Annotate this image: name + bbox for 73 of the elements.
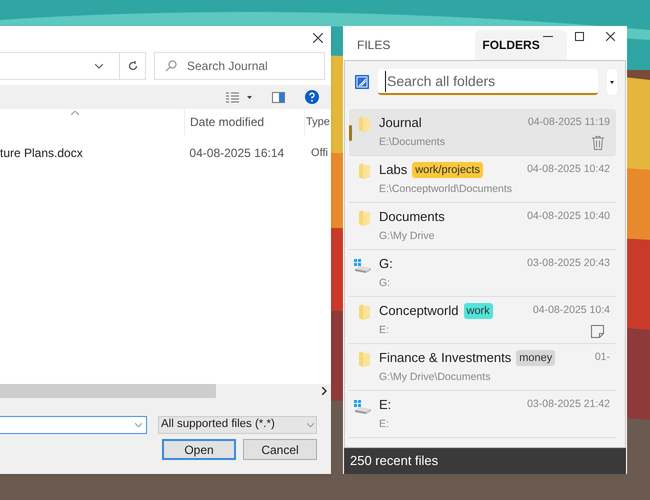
- chevron-icon: [307, 423, 314, 427]
- folder-path: E:\Conceptworld\Documents: [379, 182, 512, 198]
- folder-path: G:\My Drive: [379, 229, 434, 244]
- tag: work: [464, 303, 493, 319]
- search-input: Search Journal: [187, 57, 307, 75]
- tab[interactable]: FOLDERS: [475, 30, 568, 60]
- edit-icon[interactable]: [355, 75, 369, 89]
- folder-name: E:: [379, 396, 392, 414]
- filename-field[interactable]: [0, 416, 147, 434]
- dialog-button[interactable]: Open: [162, 439, 236, 460]
- maximize-icon[interactable]: [575, 32, 584, 41]
- scroll-right-icon[interactable]: [322, 387, 327, 395]
- sort-caret-icon: [71, 111, 79, 115]
- trash-icon[interactable]: [592, 136, 604, 150]
- folder-name: Finance & Investments: [379, 349, 512, 368]
- folder-row[interactable]: Finance & Investments money 01- G:\My Drive\Documents: [349, 344, 616, 391]
- folder-name: Labs: [379, 161, 408, 180]
- folder-row[interactable]: Journal 04-08-2025 11:19 E:\Documents: [349, 109, 616, 156]
- scrollbar-thumb[interactable]: [0, 384, 216, 398]
- folder-row[interactable]: E: 03-08-2025 21:42 E:: [349, 391, 616, 438]
- help-icon[interactable]: [305, 90, 319, 104]
- drive-icon: [354, 400, 371, 414]
- caret-icon: [610, 80, 614, 84]
- folder-name: Documents: [379, 208, 445, 226]
- file-type-dropdown[interactable]: All supported files (*.*): [158, 416, 317, 434]
- folder-name: Journal: [379, 114, 422, 132]
- search-icon: [165, 60, 177, 72]
- folder-name: G:: [379, 255, 393, 274]
- column-header[interactable]: Date modified: [190, 113, 264, 131]
- tag: work/projects: [412, 162, 483, 178]
- file-type: Offi: [311, 146, 328, 159]
- modified-date: 04-08-2025 10:40: [527, 209, 610, 224]
- file-date: 04-08-2025 16:14: [189, 146, 284, 160]
- folder-path: E:\Documents: [379, 135, 445, 150]
- close-icon[interactable]: [606, 32, 615, 41]
- refresh-icon[interactable]: [128, 61, 138, 71]
- column-header[interactable]: Type: [306, 114, 330, 130]
- folder-name: Conceptworld: [379, 302, 458, 320]
- file-name: ture Plans.docx: [0, 146, 83, 160]
- modified-date: 01-: [594, 350, 610, 366]
- folder-icon: [359, 351, 370, 367]
- folder-path: E:: [379, 417, 389, 432]
- tab[interactable]: FILES: [347, 30, 390, 60]
- folder-row[interactable]: G: 03-08-2025 20:43 G:: [349, 250, 616, 297]
- dialog-button[interactable]: Cancel: [243, 439, 317, 460]
- folder-icon: [359, 116, 370, 132]
- status-bar: 250 recent files: [344, 448, 626, 474]
- modified-date: 03-08-2025 20:43: [527, 256, 610, 272]
- folder-row[interactable]: Labs work/projects 04-08-2025 10:42 E:\Conceptworld\Documents: [349, 156, 616, 203]
- selection-indicator: [349, 125, 352, 141]
- search-field[interactable]: Search all folders: [378, 69, 598, 95]
- modified-date: 04-08-2025 10:42: [527, 162, 610, 178]
- modified-date: 04-08-2025 10:4: [532, 303, 610, 318]
- close-icon[interactable]: [313, 33, 323, 43]
- folder-icon: [359, 210, 370, 226]
- modified-date: 04-08-2025 11:19: [528, 115, 610, 130]
- view-icon[interactable]: [226, 92, 239, 102]
- folder-icon: [359, 163, 370, 179]
- folder-icon: [359, 304, 370, 320]
- modified-date: 03-08-2025 21:42: [527, 397, 610, 412]
- folder-row[interactable]: Conceptworld work 04-08-2025 10:4 E:: [349, 297, 616, 344]
- folder-path: E:: [379, 323, 389, 338]
- caret-icon[interactable]: [247, 96, 252, 98]
- search-input: Search all folders: [385, 70, 598, 92]
- note-icon[interactable]: [591, 324, 604, 338]
- folder-path: G:\My Drive\Documents: [379, 370, 490, 386]
- preview-pane-icon[interactable]: [272, 92, 285, 102]
- tag: money: [516, 350, 556, 366]
- folder-row[interactable]: Documents 04-08-2025 10:40 G:\My Drive: [349, 203, 616, 250]
- folder-path: G:: [379, 276, 390, 292]
- chevron-icon[interactable]: [95, 64, 103, 68]
- drive-icon: [354, 259, 371, 273]
- dropdown-button[interactable]: [607, 69, 617, 95]
